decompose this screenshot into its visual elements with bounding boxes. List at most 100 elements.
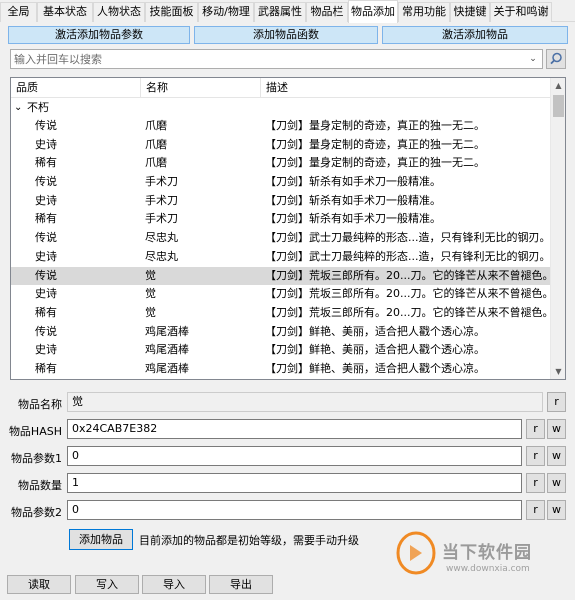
tab-about-credits[interactable]: 关于和鸣谢 <box>490 2 552 22</box>
param2-label: 物品参数2 <box>11 506 62 519</box>
cell-desc: 【刀剑】斩杀有如手术刀一般精准。 <box>265 212 441 226</box>
cell-name: 鸡尾酒棒 <box>145 343 189 357</box>
scroll-thumb[interactable] <box>553 95 564 117</box>
tab-movement-physics[interactable]: 移动/物理 <box>198 2 254 22</box>
activate-add-item-button[interactable]: 激活添加物品 <box>382 26 568 44</box>
param2-write-button[interactable]: w <box>547 500 566 520</box>
cell-desc: 【刀剑】斩杀有如手术刀一般精准。 <box>265 175 441 189</box>
list-item[interactable]: 史诗 手术刀 【刀剑】斩杀有如手术刀一般精准。 <box>11 192 551 211</box>
list-item[interactable]: 稀有 手术刀 【刀剑】斩杀有如手术刀一般精准。 <box>11 210 551 229</box>
quantity-field[interactable]: 1 <box>67 473 522 493</box>
cell-quality: 史诗 <box>35 343 57 357</box>
item-hash-write-button[interactable]: w <box>547 419 566 439</box>
tab-hotkeys[interactable]: 快捷键 <box>450 2 490 22</box>
list-item[interactable]: 史诗 觉 【刀剑】荒坂三郎所有。20...刀。它的锋芒从来不曾褪色。 <box>11 285 551 304</box>
cell-desc: 【刀剑】武士刀最纯粹的形态...造，只有锋利无比的钢刃。 <box>265 231 551 245</box>
cell-quality: 传说 <box>35 324 57 338</box>
item-list[interactable]: 品质 名称 描述 ⌄ 不朽 传说 爪磨 【刀剑】量身定制的奇迹，真正的独一无二。 史诗… <box>10 77 566 380</box>
cell-name: 觉 <box>145 305 156 319</box>
scroll-up-icon[interactable]: ▲ <box>551 78 565 93</box>
chevron-down-icon[interactable]: ⌄ <box>526 52 540 66</box>
scroll-down-icon[interactable]: ▼ <box>551 364 565 379</box>
quantity-write-button[interactable]: w <box>547 473 566 493</box>
cell-name: 尽忠丸 <box>145 249 178 263</box>
cell-name: 鸡尾酒棒 <box>145 361 189 375</box>
cell-quality: 稀有 <box>35 212 57 226</box>
watermark-url: www.downxia.com <box>446 564 530 574</box>
list-item[interactable]: 传说 鸡尾酒棒 【刀剑】鲜艳、美丽，适合把人戳个透心凉。 <box>11 323 551 342</box>
cell-quality: 史诗 <box>35 137 57 151</box>
group-label: 不朽 <box>27 101 49 114</box>
list-item[interactable]: 稀有 鸡尾酒棒 【刀剑】鲜艳、美丽，适合把人戳个透心凉。 <box>11 360 551 379</box>
param1-write-button[interactable]: w <box>547 446 566 466</box>
tab-common-functions[interactable]: 常用功能 <box>398 2 450 22</box>
param2-read-button[interactable]: r <box>526 500 545 520</box>
import-button[interactable]: 导入 <box>142 575 206 594</box>
cell-desc: 【刀剑】量身定制的奇迹，真正的独一无二。 <box>265 156 485 170</box>
export-button[interactable]: 导出 <box>209 575 273 594</box>
list-item[interactable]: 稀有 爪磨 【刀剑】量身定制的奇迹，真正的独一无二。 <box>11 154 551 173</box>
list-item[interactable]: 传说 尽忠丸 【刀剑】武士刀最纯粹的形态...造，只有锋利无比的钢刃。 <box>11 229 551 248</box>
cell-quality: 史诗 <box>35 287 57 301</box>
list-item[interactable]: 史诗 鸡尾酒棒 【刀剑】鲜艳、美丽，适合把人戳个透心凉。 <box>11 341 551 360</box>
item-hash-read-button[interactable]: r <box>526 419 545 439</box>
column-header-quality[interactable]: 品质 <box>11 78 141 98</box>
list-item[interactable]: 稀有 觉 【刀剑】荒坂三郎所有。20...刀。它的锋芒从来不曾褪色。 <box>11 304 551 323</box>
list-header: 品质 名称 描述 <box>11 78 551 98</box>
search-button[interactable] <box>546 49 566 69</box>
list-item[interactable]: 史诗 爪磨 【刀剑】量身定制的奇迹，真正的独一无二。 <box>11 136 551 155</box>
watermark-logo-icon <box>396 531 436 575</box>
cell-desc: 【刀剑】武士刀最纯粹的形态...造，只有锋利无比的钢刃。 <box>265 249 551 263</box>
search-icon <box>550 52 562 65</box>
cell-quality: 稀有 <box>35 305 57 319</box>
list-item[interactable]: 史诗 尽忠丸 【刀剑】武士刀最纯粹的形态...造，只有锋利无比的钢刃。 <box>11 248 551 267</box>
write-button[interactable]: 写入 <box>75 575 139 594</box>
cell-name: 爪磨 <box>145 137 167 151</box>
param1-label: 物品参数1 <box>11 452 62 465</box>
tab-global[interactable]: 全局 <box>0 2 37 22</box>
column-header-name[interactable]: 名称 <box>141 78 261 98</box>
watermark-text: 当下软件园 <box>442 543 532 563</box>
search-input[interactable] <box>14 51 519 67</box>
quantity-read-button[interactable]: r <box>526 473 545 493</box>
cell-desc: 【刀剑】量身定制的奇迹，真正的独一无二。 <box>265 137 485 151</box>
activate-item-params-button[interactable]: 激活添加物品参数 <box>8 26 190 44</box>
cell-name: 手术刀 <box>145 175 178 189</box>
list-scrollbar[interactable]: ▲ ▼ <box>550 78 565 379</box>
search-box[interactable]: ⌄ <box>10 49 543 69</box>
tab-weapon-attributes[interactable]: 武器属性 <box>254 2 306 22</box>
item-name-read-button[interactable]: r <box>547 392 566 412</box>
list-item[interactable]: 传说 觉 【刀剑】荒坂三郎所有。20...刀。它的锋芒从来不曾褪色。 <box>11 266 551 286</box>
list-item[interactable]: 传说 手术刀 【刀剑】斩杀有如手术刀一般精准。 <box>11 173 551 192</box>
item-name-field: 觉 <box>67 392 543 412</box>
tab-skill-panel[interactable]: 技能面板 <box>145 2 198 22</box>
cell-desc: 【刀剑】荒坂三郎所有。20...刀。它的锋芒从来不曾褪色。 <box>265 268 551 282</box>
param2-field[interactable]: 0 <box>67 500 522 520</box>
column-header-desc[interactable]: 描述 <box>261 78 551 98</box>
group-expander-icon[interactable]: ⌄ <box>14 98 22 117</box>
tab-character-status[interactable]: 人物状态 <box>93 2 145 22</box>
tab-inventory[interactable]: 物品栏 <box>306 2 348 22</box>
read-button[interactable]: 读取 <box>7 575 71 594</box>
cell-quality: 传说 <box>35 175 57 189</box>
param1-field[interactable]: 0 <box>67 446 522 466</box>
tab-add-item[interactable]: 物品添加 <box>348 0 398 23</box>
cell-name: 鸡尾酒棒 <box>145 324 189 338</box>
cell-desc: 【刀剑】斩杀有如手术刀一般精准。 <box>265 193 441 207</box>
add-item-button[interactable]: 添加物品 <box>69 529 133 550</box>
cell-name: 爪磨 <box>145 156 167 170</box>
list-rows: 传说 爪磨 【刀剑】量身定制的奇迹，真正的独一无二。 史诗 爪磨 【刀剑】量身定制的奇迹，… <box>11 117 551 379</box>
tab-basic-status[interactable]: 基本状态 <box>37 2 93 22</box>
cell-quality: 稀有 <box>35 361 57 375</box>
param1-read-button[interactable]: r <box>526 446 545 466</box>
cell-desc: 【刀剑】荒坂三郎所有。20...刀。它的锋芒从来不曾褪色。 <box>265 305 551 319</box>
list-item[interactable]: 传说 爪磨 【刀剑】量身定制的奇迹，真正的独一无二。 <box>11 117 551 136</box>
cell-quality: 稀有 <box>35 156 57 170</box>
cell-desc: 【刀剑】荒坂三郎所有。20...刀。它的锋芒从来不曾褪色。 <box>265 287 551 301</box>
add-item-function-button[interactable]: 添加物品函数 <box>194 26 378 44</box>
group-row-immortal[interactable]: ⌄ 不朽 <box>11 98 551 117</box>
cell-name: 觉 <box>145 287 156 301</box>
tab-bar: 全局 基本状态 人物状态 技能面板 移动/物理 武器属性 物品栏 物品添加 常用… <box>0 0 575 23</box>
cell-desc: 【刀剑】鲜艳、美丽，适合把人戳个透心凉。 <box>265 343 485 357</box>
item-hash-field[interactable]: 0x24CAB7E382 <box>67 419 522 439</box>
